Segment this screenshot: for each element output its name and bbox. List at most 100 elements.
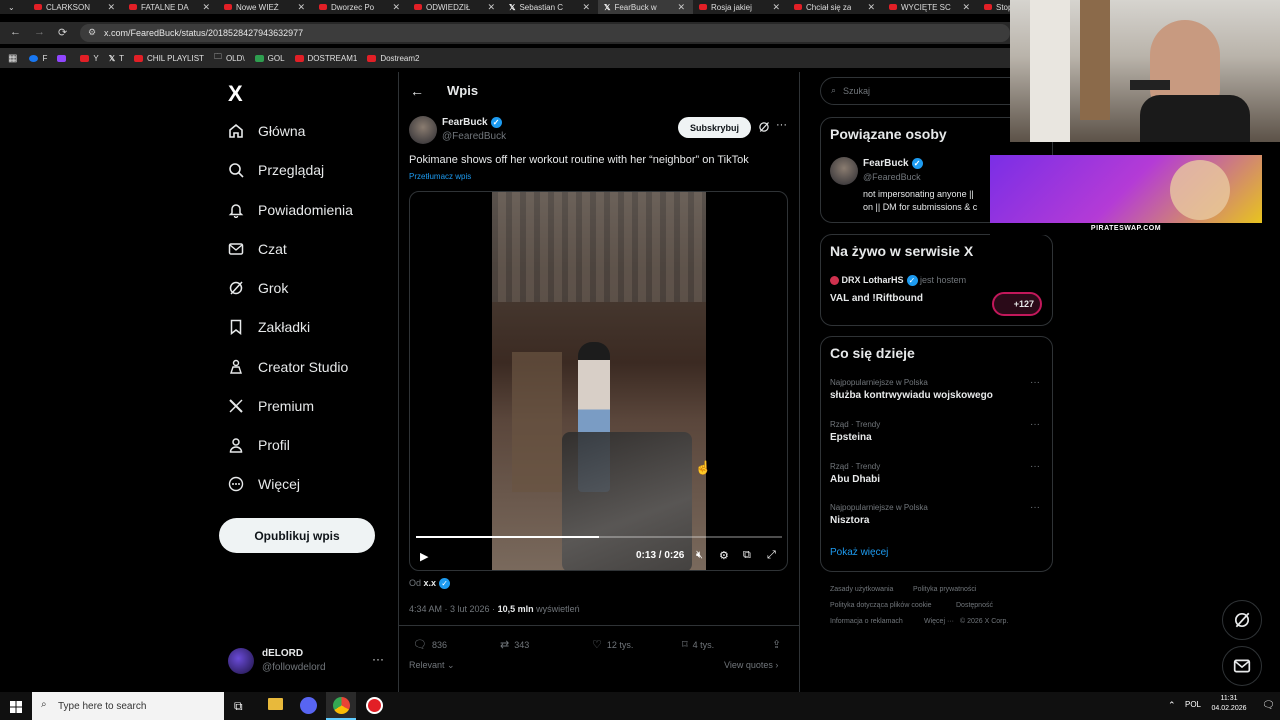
picture-in-picture-icon[interactable]: ⧉ <box>743 549 751 562</box>
chevron-up-icon[interactable]: ⌃ <box>1168 700 1176 711</box>
publish-button[interactable]: Opublikuj wpis <box>219 518 375 553</box>
author-name[interactable]: FearBuck ✓ <box>442 117 502 128</box>
like-button[interactable]: ♡ 12 tys. <box>592 638 633 651</box>
windows-start-icon[interactable] <box>10 700 22 718</box>
browser-tab[interactable]: Chciał się za ✕ <box>788 0 883 14</box>
bookmark-y[interactable]: Y <box>80 54 99 63</box>
nav-more[interactable]: Więcej <box>228 472 300 496</box>
more-dots-icon[interactable]: ··· <box>776 119 787 131</box>
nav-bookmarks[interactable]: Zakładki <box>228 315 310 339</box>
fullscreen-icon[interactable]: ⤢ <box>767 549 776 562</box>
file-explorer-icon[interactable] <box>268 698 283 710</box>
trend-name[interactable]: służba kontrwywiadu wojskowego <box>830 390 993 401</box>
nav-premium[interactable]: Premium <box>228 394 314 418</box>
notification-icon[interactable]: 🗨︎ <box>1262 700 1275 711</box>
bookmark-gol[interactable]: GOL <box>254 54 285 63</box>
related-avatar[interactable] <box>830 157 858 185</box>
bookmark-folder-old[interactable]: 🗀 OLD\ <box>214 51 245 65</box>
bookmark-dostream1[interactable]: DOSTREAM1 <box>294 54 357 63</box>
bookmark-chil-playlist[interactable]: CHIL PLAYLIST <box>134 54 204 63</box>
close-tab-icon[interactable]: ✕ <box>392 2 400 13</box>
more-dots-icon[interactable]: ··· <box>1030 502 1040 513</box>
video-player[interactable]: ▶ 0:13 / 0:26 🔇︎ ⚙ ⧉ ⤢ <box>409 191 788 571</box>
browser-tab[interactable]: Rosja jakiej ✕ <box>693 0 788 14</box>
footer-link[interactable]: Polityka prywatności <box>913 586 976 593</box>
trend-name[interactable]: Nisztora <box>830 515 869 526</box>
discord-icon[interactable] <box>300 697 317 714</box>
nav-notifications[interactable]: Powiadomienia <box>228 198 353 222</box>
browser-tab[interactable]: CLARKSON ✕ <box>28 0 123 14</box>
forward-icon[interactable]: → <box>34 26 45 38</box>
obs-icon[interactable] <box>366 697 383 714</box>
back-arrow-icon[interactable]: ← <box>410 83 424 99</box>
more-dots-icon[interactable]: ··· <box>372 652 384 666</box>
account-switcher[interactable]: dELORD @followdelord ··· <box>228 648 398 678</box>
nav-explore[interactable]: Przeglądaj <box>228 158 324 182</box>
close-tab-icon[interactable]: ✕ <box>487 2 495 13</box>
bookmark-dostream2[interactable]: Dostream2 <box>367 54 419 63</box>
reload-icon[interactable]: ⟳ <box>58 26 67 39</box>
close-tab-icon[interactable]: ✕ <box>962 2 970 13</box>
site-info-icon[interactable]: ⚙ <box>88 27 96 38</box>
grok-floating-button[interactable] <box>1222 600 1262 640</box>
taskbar-search-input[interactable]: ⌕ Type here to search <box>32 692 224 720</box>
share-button[interactable]: ⇪ <box>772 638 781 651</box>
bookmark-button[interactable]: ⌑ 4 tys. <box>682 638 714 651</box>
more-dots-icon[interactable]: ··· <box>1030 419 1040 430</box>
browser-tab[interactable]: ODWIEDZIŁ ✕ <box>408 0 503 14</box>
translate-link[interactable]: Przetłumacz wpis <box>409 172 471 181</box>
back-icon[interactable]: ← <box>10 26 21 38</box>
settings-icon[interactable]: ⚙ <box>719 549 729 562</box>
related-name[interactable]: FearBuck ✓ <box>863 158 923 169</box>
post-timestamp[interactable]: 4:34 AM · 3 lut 2026 · <box>409 604 495 614</box>
subscribe-button[interactable]: Subskrybuj <box>678 117 751 138</box>
play-icon[interactable]: ▶ <box>420 550 428 563</box>
messages-floating-button[interactable] <box>1222 646 1262 686</box>
more-dots-icon[interactable]: ··· <box>1030 377 1040 388</box>
footer-link[interactable]: Informacja o reklamach <box>830 618 903 625</box>
footer-link[interactable]: Zasady użytkowania <box>830 586 893 593</box>
grok-icon[interactable] <box>758 120 770 138</box>
close-tab-icon[interactable]: ✕ <box>297 2 305 13</box>
nav-grok[interactable]: Grok <box>228 276 288 300</box>
browser-tab[interactable]: FATALNE DA ✕ <box>123 0 218 14</box>
view-quotes-link[interactable]: View quotes › <box>724 660 778 670</box>
browser-tab[interactable]: Nowe WIEŻ ✕ <box>218 0 313 14</box>
apps-grid-icon[interactable]: ▦ <box>8 53 17 64</box>
nav-profile[interactable]: Profil <box>228 433 290 457</box>
browser-tab[interactable]: 𝕏 FearBuck w ✕ <box>598 0 693 14</box>
author-handle[interactable]: @FearedBuck <box>442 131 506 142</box>
task-view-icon[interactable]: ⧉ <box>234 699 243 714</box>
show-more-link[interactable]: Pokaż więcej <box>830 547 888 558</box>
repost-button[interactable]: ⇄ 343 <box>500 638 529 651</box>
video-progress-track[interactable] <box>416 536 782 538</box>
more-dots-icon[interactable]: ··· <box>1030 461 1040 472</box>
close-tab-icon[interactable]: ✕ <box>202 2 210 13</box>
input-language[interactable]: POL <box>1185 700 1201 709</box>
nav-chat[interactable]: Czat <box>228 237 287 261</box>
video-source-name[interactable]: x.x <box>424 578 437 588</box>
nav-creator-studio[interactable]: Creator Studio <box>228 355 348 379</box>
x-logo-icon[interactable]: X <box>228 81 243 107</box>
url-input[interactable]: ⚙ x.com/FearedBuck/status/20185284279436… <box>80 24 1010 42</box>
footer-link[interactable]: Polityka dotycząca plików cookie <box>830 602 932 609</box>
footer-link[interactable]: Dostępność <box>956 602 993 609</box>
sort-dropdown[interactable]: Relevant ⌄ <box>409 660 455 671</box>
close-tab-icon[interactable]: ✕ <box>677 2 685 13</box>
browser-tab[interactable]: WYCIĘTE SC ✕ <box>883 0 978 14</box>
browser-tab[interactable]: Dworzec Po ✕ <box>313 0 408 14</box>
bookmark-f[interactable]: F <box>29 54 47 63</box>
trend-name[interactable]: Abu Dhabi <box>830 474 880 485</box>
listeners-badge[interactable]: +127 <box>992 292 1042 316</box>
tab-list-button[interactable]: ⌄ <box>0 0 28 14</box>
bookmark-t[interactable]: 𝕏T <box>109 54 124 63</box>
author-avatar[interactable] <box>409 116 437 144</box>
footer-link[interactable]: Więcej ··· <box>924 618 954 625</box>
clock[interactable]: 11:31 04.02.2026 <box>1209 695 1249 712</box>
reply-button[interactable]: 🗨︎ 836 <box>413 638 447 651</box>
trend-name[interactable]: Epsteina <box>830 432 872 443</box>
close-tab-icon[interactable]: ✕ <box>867 2 875 13</box>
close-tab-icon[interactable]: ✕ <box>582 2 590 13</box>
close-tab-icon[interactable]: ✕ <box>107 2 115 13</box>
browser-tab[interactable]: 𝕏 Sebastian C ✕ <box>503 0 598 14</box>
